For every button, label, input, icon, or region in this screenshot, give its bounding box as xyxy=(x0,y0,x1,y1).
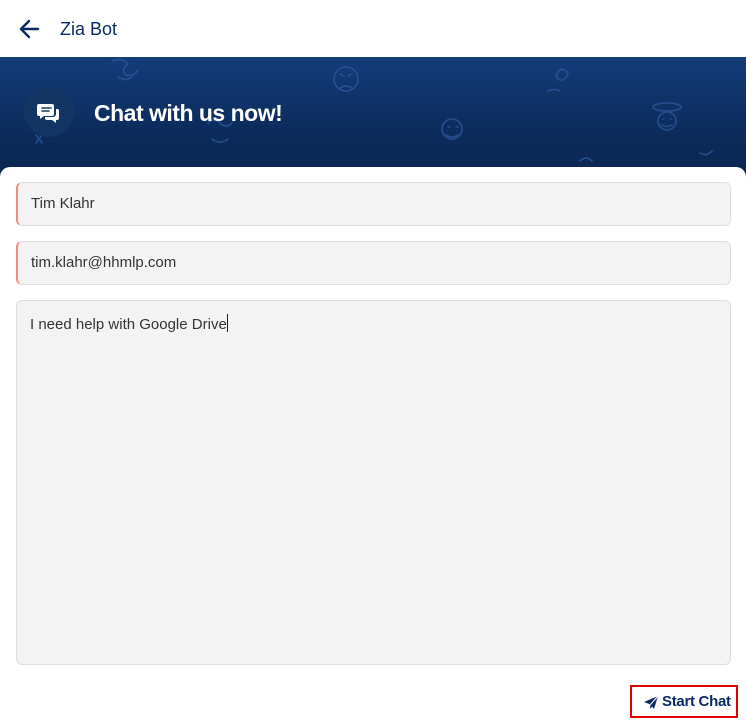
text-caret xyxy=(226,314,228,332)
email-field[interactable]: tim.klahr@hhmlp.com xyxy=(16,241,731,285)
banner-title: Chat with us now! xyxy=(94,100,283,126)
name-field[interactable]: Tim Klahr xyxy=(16,182,731,226)
arrow-left-icon xyxy=(19,19,40,39)
paper-plane-icon xyxy=(644,695,659,709)
message-field[interactable]: I need help with Google Drive xyxy=(16,300,731,665)
top-bar: Zia Bot xyxy=(0,0,746,57)
name-value: Tim Klahr xyxy=(31,195,95,212)
page-title: Zia Bot xyxy=(60,19,118,39)
back-button[interactable] xyxy=(16,16,44,42)
chat-avatar xyxy=(24,87,74,137)
email-value: tim.klahr@hhmlp.com xyxy=(31,254,177,271)
chat-form-card: Tim Klahr tim.klahr@hhmlp.com I need hel… xyxy=(0,167,746,724)
start-chat-button[interactable]: Start Chat xyxy=(630,685,738,718)
chat-banner: Chat with us now! xyxy=(0,57,746,177)
message-value: I need help with Google Drive xyxy=(30,316,227,333)
chat-bubbles-icon xyxy=(37,104,59,123)
start-chat-label: Start Chat xyxy=(662,693,731,710)
